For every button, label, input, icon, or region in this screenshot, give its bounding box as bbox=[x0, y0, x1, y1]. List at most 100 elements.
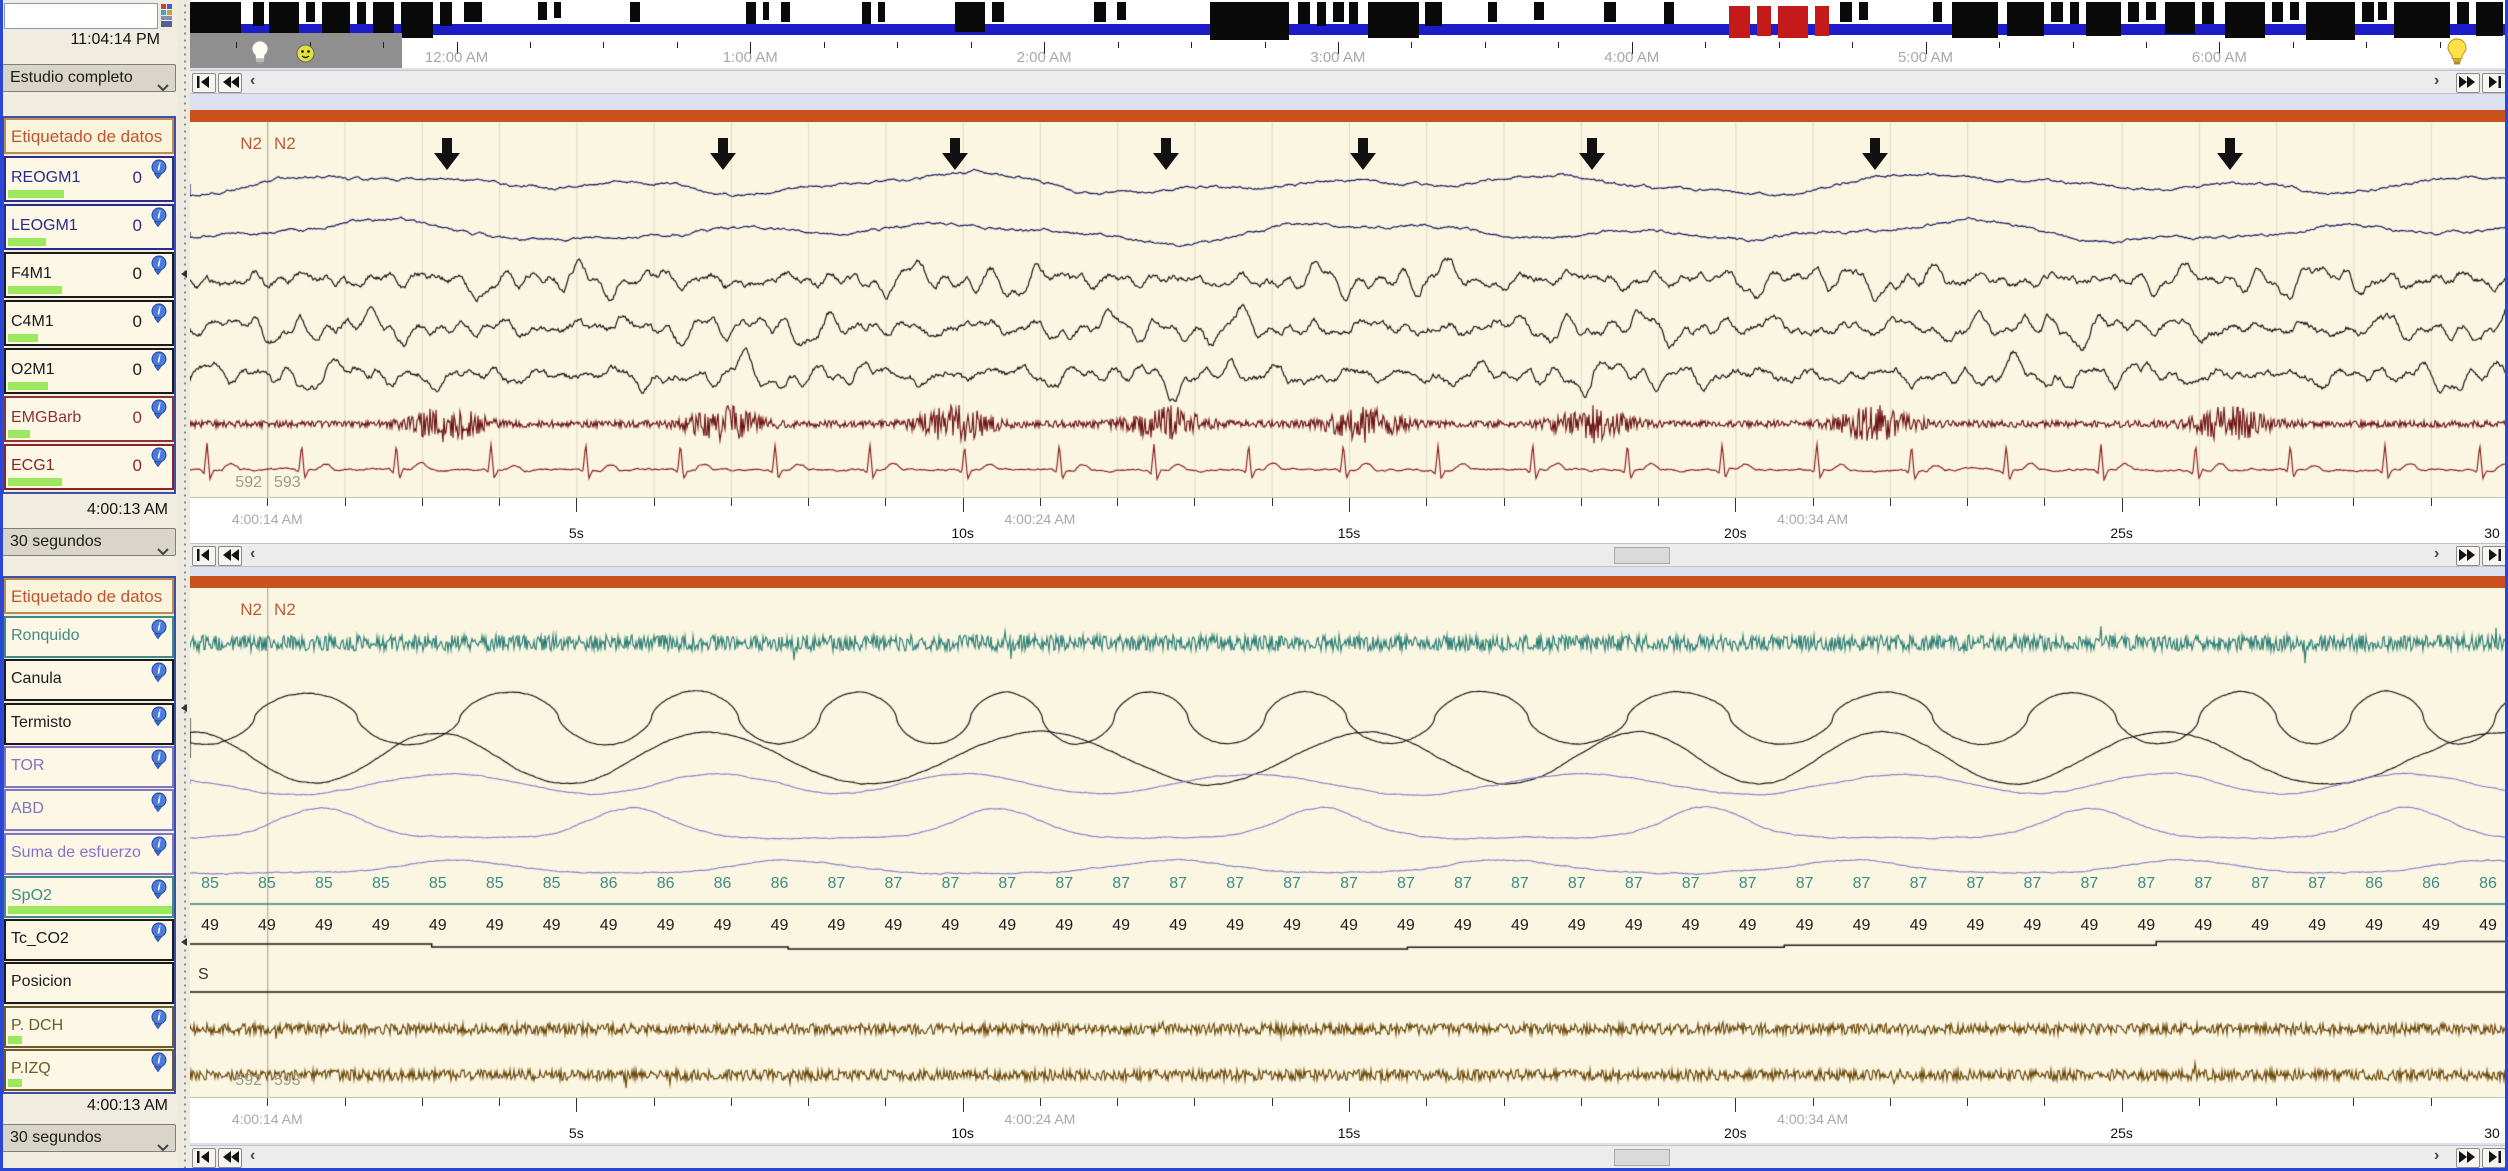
respiratory-panel-scrollbar[interactable]: ‹› bbox=[190, 1145, 2508, 1169]
axis-label: 4:00:34 AM bbox=[1758, 1111, 1868, 1127]
splitter-arrow-icon[interactable] bbox=[180, 700, 188, 718]
info-icon[interactable]: i bbox=[149, 255, 169, 281]
scroll-forward-chevron[interactable]: › bbox=[2434, 545, 2439, 563]
spo2-value: 87 bbox=[1728, 875, 1768, 893]
splitter-arrow-icon[interactable] bbox=[180, 934, 188, 952]
channel-row-abd[interactable]: ABDi bbox=[4, 789, 174, 831]
channel-row-c4m1[interactable]: C4M10i bbox=[4, 300, 174, 346]
eeg-panel: N2N2592593 4:00:14 AM5s10s4:00:24 AM15s2… bbox=[190, 110, 2508, 543]
hypnogram-wake-block bbox=[1534, 2, 1543, 20]
note-marker-icon[interactable] bbox=[160, 2, 174, 29]
scroll-fast-back-button[interactable] bbox=[218, 546, 242, 566]
info-icon[interactable]: i bbox=[149, 922, 169, 948]
scroll-thumb[interactable] bbox=[1614, 547, 1670, 564]
info-icon[interactable]: i bbox=[149, 792, 169, 818]
splitter-arrow-icon[interactable] bbox=[180, 266, 188, 284]
scroll-fast-back-button[interactable] bbox=[218, 73, 242, 93]
channel-row-suma-de-esfuerzo[interactable]: Suma de esfuerzo i bbox=[4, 833, 174, 875]
channel-row-f4m1[interactable]: F4M10i bbox=[4, 252, 174, 298]
scroll-last-button[interactable] bbox=[2482, 546, 2506, 566]
info-icon[interactable]: i bbox=[149, 159, 169, 185]
channel-row-canula[interactable]: Canula i bbox=[4, 659, 174, 701]
info-icon[interactable]: i bbox=[149, 351, 169, 377]
channel-label: Canula bbox=[11, 670, 62, 688]
eeg-trace-area[interactable]: N2N2592593 bbox=[190, 122, 2508, 497]
scroll-fast-forward-button[interactable] bbox=[2456, 1148, 2480, 1168]
eeg-time-axis: 4:00:14 AM5s10s4:00:24 AM15s20s4:00:34 A… bbox=[190, 497, 2508, 543]
channel-row-reogm1[interactable]: REOGM10i bbox=[4, 156, 174, 202]
eeg-panel-scrollbar[interactable]: ‹› bbox=[190, 543, 2508, 567]
study-range-select[interactable]: Estudio completo bbox=[2, 64, 176, 92]
sleep-onset-smiley-icon bbox=[296, 44, 315, 68]
info-icon[interactable]: i bbox=[149, 399, 169, 425]
channel-row-termisto[interactable]: Termistoi bbox=[4, 703, 174, 745]
scroll-back-chevron[interactable]: ‹ bbox=[250, 1147, 255, 1165]
chevron-down-icon bbox=[156, 75, 170, 92]
channel-label: Ronquido bbox=[11, 627, 80, 645]
spo2-value: 87 bbox=[816, 875, 856, 893]
timeline-tick bbox=[1558, 42, 1559, 48]
channel-label: Suma de esfuerzo bbox=[11, 844, 141, 862]
scroll-first-button[interactable] bbox=[192, 1148, 216, 1168]
eeg-waveforms-canvas bbox=[190, 122, 2508, 497]
info-icon[interactable]: i bbox=[149, 619, 169, 645]
info-icon[interactable]: i bbox=[149, 1009, 169, 1035]
scroll-back-chevron[interactable]: ‹ bbox=[250, 545, 255, 563]
timeline-tick bbox=[1118, 42, 1119, 48]
hypnogram-wake-block bbox=[2306, 2, 2355, 40]
scroll-back-chevron[interactable]: ‹ bbox=[250, 72, 255, 90]
epoch-length-select[interactable]: 30 segundos bbox=[2, 1124, 176, 1152]
info-icon[interactable]: i bbox=[149, 447, 169, 473]
info-icon[interactable]: i bbox=[149, 662, 169, 688]
respiratory-trace-area[interactable]: N2N2592593858585858585858686868687878787… bbox=[190, 588, 2508, 1097]
axis-tick bbox=[1967, 498, 1968, 506]
hypnogram-wake-block bbox=[357, 2, 366, 24]
overview-scrollbar[interactable]: ‹› bbox=[190, 70, 2508, 94]
annotation-input[interactable] bbox=[4, 3, 158, 29]
overview-hypnogram[interactable]: 12:00 AM1:00 AM2:00 AM3:00 AM4:00 AM5:00… bbox=[190, 0, 2508, 68]
channel-row-p-dch[interactable]: P. DCHi bbox=[4, 1006, 174, 1048]
axis-tick bbox=[1813, 498, 1814, 506]
axis-tick bbox=[2122, 498, 2123, 512]
info-icon[interactable]: i bbox=[149, 749, 169, 775]
scroll-last-button[interactable] bbox=[2482, 1148, 2506, 1168]
info-icon[interactable]: i bbox=[149, 207, 169, 233]
channel-row-posicion[interactable]: Posicion bbox=[4, 962, 174, 1004]
info-icon[interactable]: i bbox=[149, 706, 169, 732]
info-icon[interactable]: i bbox=[149, 303, 169, 329]
scroll-last-button[interactable] bbox=[2482, 73, 2506, 93]
channel-row-emgbarb[interactable]: EMGBarb0i bbox=[4, 396, 174, 442]
sidebar-splitter[interactable] bbox=[178, 0, 190, 1171]
spo2-value: 87 bbox=[1785, 875, 1825, 893]
channel-row-ronquido[interactable]: Ronquido i bbox=[4, 616, 174, 658]
scroll-fast-forward-button[interactable] bbox=[2456, 73, 2480, 93]
scroll-first-button[interactable] bbox=[192, 73, 216, 93]
info-icon[interactable]: i bbox=[149, 836, 169, 862]
channel-row-o2m1[interactable]: O2M10i bbox=[4, 348, 174, 394]
recording-start-clock: 11:04:14 PM bbox=[0, 31, 160, 49]
pulse-value: 49 bbox=[930, 917, 970, 935]
sleep-stage-line bbox=[190, 24, 2508, 35]
channel-row-spo2[interactable]: SpO2i bbox=[4, 876, 174, 918]
pulse-value: 49 bbox=[2183, 917, 2223, 935]
epoch-length-select[interactable]: 30 segundos bbox=[2, 528, 176, 556]
channel-row-p-izq[interactable]: P.IZQi bbox=[4, 1049, 174, 1091]
info-icon[interactable]: i bbox=[149, 1052, 169, 1078]
info-icon[interactable]: i bbox=[149, 879, 169, 905]
scroll-thumb[interactable] bbox=[1614, 1149, 1670, 1166]
axis-tick bbox=[1349, 1098, 1350, 1112]
timeline-tick bbox=[1485, 42, 1486, 48]
channel-row-tc-co2[interactable]: Tc_CO2 i bbox=[4, 919, 174, 961]
scroll-first-button[interactable] bbox=[192, 546, 216, 566]
channel-row-ecg1[interactable]: ECG10i bbox=[4, 444, 174, 490]
scroll-forward-chevron[interactable]: › bbox=[2434, 1147, 2439, 1165]
channel-row-leogm1[interactable]: LEOGM10i bbox=[4, 204, 174, 250]
channel-label: Tc_CO2 bbox=[11, 930, 69, 948]
channel-row-tor[interactable]: TORi bbox=[4, 746, 174, 788]
axis-tick bbox=[1890, 1098, 1891, 1106]
scroll-fast-back-button[interactable] bbox=[218, 1148, 242, 1168]
spo2-value: 87 bbox=[2012, 875, 2052, 893]
hypnogram-wake-block bbox=[2272, 2, 2284, 22]
scroll-fast-forward-button[interactable] bbox=[2456, 546, 2480, 566]
scroll-forward-chevron[interactable]: › bbox=[2434, 72, 2439, 90]
